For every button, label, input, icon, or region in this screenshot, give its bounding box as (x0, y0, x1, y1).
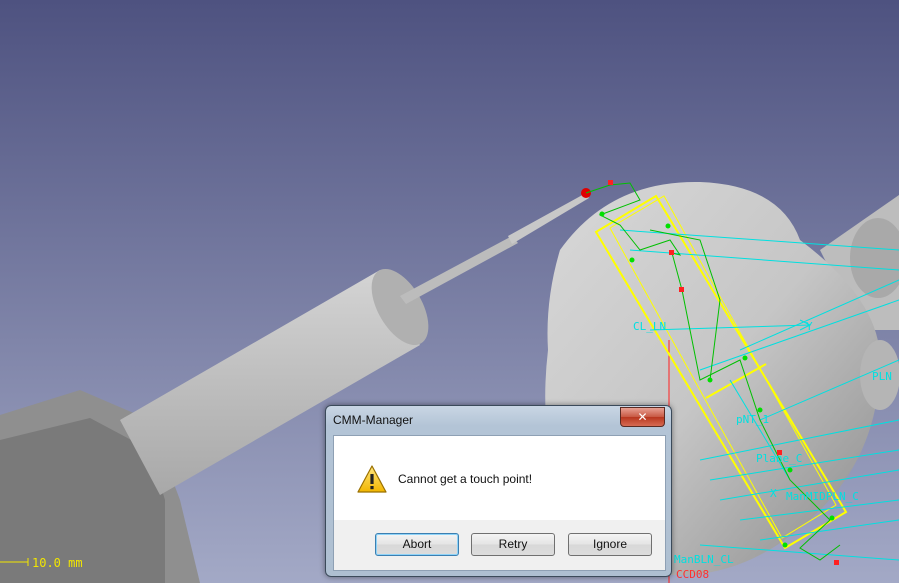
scale-bar-label: 10.0 mm (32, 556, 83, 570)
cad-label: ManMIDPLN_C (786, 490, 859, 503)
cad-label: PLN (872, 370, 892, 383)
ignore-button[interactable]: Ignore (568, 533, 652, 556)
dialog-message: Cannot get a touch point! (398, 472, 533, 486)
dialog-body: Cannot get a touch point! Abort Retry Ig… (333, 435, 666, 571)
dialog-title: CMM-Manager (333, 413, 414, 427)
cad-label: pNT_1 (736, 413, 770, 426)
cad-label: CCD08 (676, 568, 710, 581)
close-icon: ✕ (637, 410, 648, 424)
cad-label: CL_LN (633, 320, 667, 333)
cad-label: ManBLN_CL (674, 553, 734, 566)
cad-label: Y (806, 320, 813, 333)
cad-label: X (770, 487, 777, 500)
message-area: Cannot get a touch point! (334, 436, 665, 520)
abort-button[interactable]: Abort (375, 533, 459, 556)
close-button[interactable]: ✕ (620, 407, 665, 427)
cad-label: Plane_C (756, 452, 803, 465)
message-dialog: CMM-Manager ✕ Cannot get a touch point! … (325, 405, 672, 577)
retry-button[interactable]: Retry (471, 533, 555, 556)
warning-icon (357, 465, 387, 493)
